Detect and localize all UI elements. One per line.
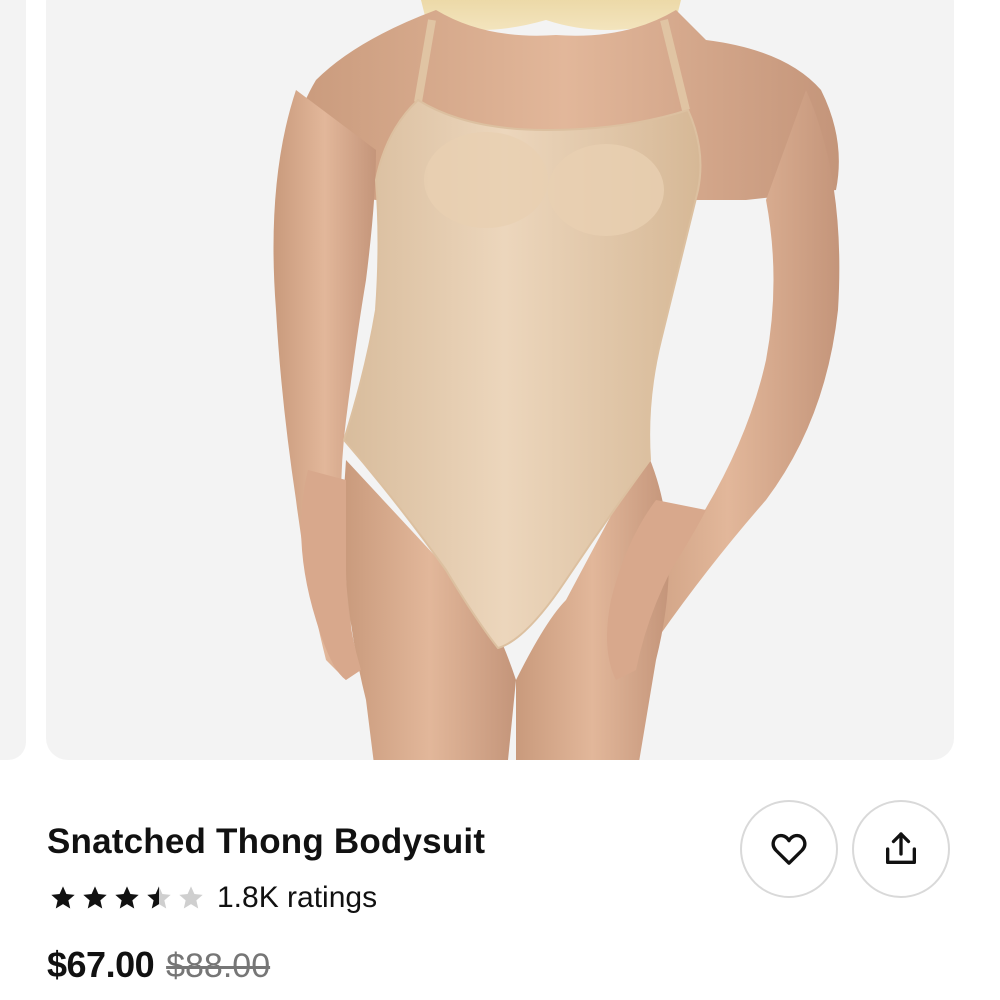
product-image-card[interactable] <box>46 0 954 760</box>
favorite-button[interactable] <box>740 800 838 898</box>
product-photo <box>273 0 840 760</box>
star-empty-icon <box>179 886 203 909</box>
product-title: Snatched Thong Bodysuit <box>47 822 486 861</box>
star-filled-icon <box>51 886 75 909</box>
share-button[interactable] <box>852 800 950 898</box>
original-price: $88.00 <box>166 947 271 985</box>
ratings-count[interactable]: 1.8K ratings <box>217 881 377 915</box>
star-half-icon <box>147 886 171 909</box>
star-filled-icon <box>83 886 107 909</box>
product-image-carousel[interactable] <box>0 0 1000 762</box>
heart-outline-icon <box>771 833 807 865</box>
star-filled-icon <box>115 886 139 909</box>
star-rating <box>49 884 209 912</box>
share-upload-icon <box>886 832 916 864</box>
product-page: Snatched Thong Bodysuit 1.8K ratings $67… <box>0 0 1000 1000</box>
price-row: $67.00 $88.00 <box>47 944 270 986</box>
previous-image-card[interactable] <box>0 0 26 760</box>
rating-row[interactable]: 1.8K ratings <box>49 878 377 918</box>
current-price: $67.00 <box>47 944 155 985</box>
